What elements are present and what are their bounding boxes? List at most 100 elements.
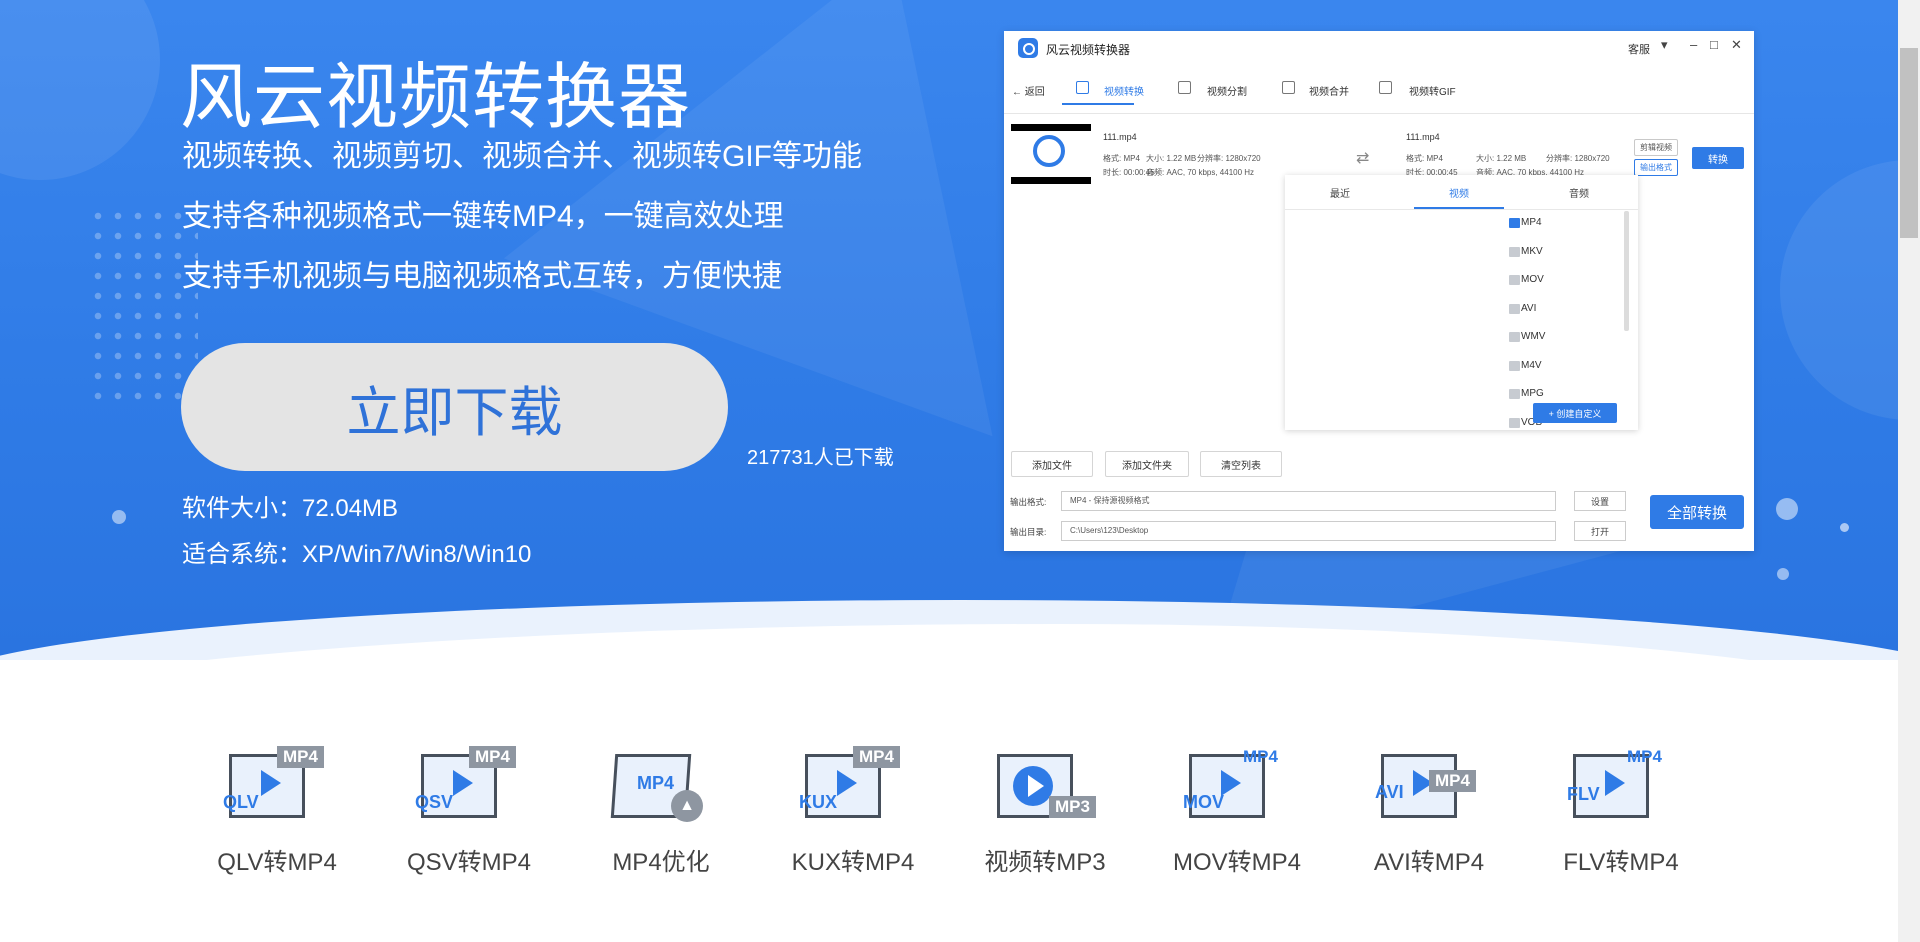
format-icon: [1509, 332, 1520, 342]
tool-label: MP4优化: [612, 849, 710, 876]
play-icon: [261, 770, 281, 796]
tool-label: FLV转MP4: [1563, 849, 1679, 876]
format-item: MKV: [1509, 246, 1543, 257]
tab-video: 视频: [1449, 189, 1469, 200]
decor-circle: [0, 0, 160, 180]
play-icon: [453, 770, 473, 796]
format-tag: FLV: [1567, 784, 1600, 804]
add-file-button: 添加文件: [1011, 451, 1093, 477]
output-format: 格式: MP4: [1406, 154, 1443, 163]
clear-list-button: 清空列表: [1200, 451, 1282, 477]
format-item: M4V: [1509, 360, 1542, 371]
app-title: 风云视频转换器: [1046, 43, 1131, 57]
flv-convert-icon: MP4 FLV: [1561, 742, 1681, 832]
play-icon: [1605, 770, 1625, 796]
tool-video-to-mp3[interactable]: MP3 视频转MP3: [960, 742, 1130, 877]
format-tag: KUX: [799, 792, 838, 812]
source-filename: 111.mp4: [1103, 132, 1137, 142]
format-icon: [1509, 389, 1520, 399]
format-badge: MP4: [1429, 770, 1476, 792]
nav-video-merge: 视频合并: [1309, 87, 1349, 98]
convert-button: 转换: [1692, 147, 1744, 169]
format-icon: [1509, 247, 1520, 257]
format-badge: MP3: [1049, 796, 1096, 818]
nav-video-split: 视频分割: [1207, 87, 1247, 98]
format-tag: QSV: [415, 792, 454, 812]
rocket-icon: ▲: [671, 790, 703, 822]
format-popup: 最近 视频 音频 MP4 MKV MOV AVI WMV M4V MPG VOB…: [1285, 175, 1638, 430]
output-size: 大小: 1.22 MB: [1476, 154, 1527, 163]
video-split-icon: [1178, 81, 1191, 94]
tool-mov-to-mp4[interactable]: MP4 MOV MOV转MP4: [1152, 742, 1322, 877]
video-convert-icon: [1076, 81, 1089, 94]
supported-systems: 适合系统：XP/Win7/Win8/Win10: [182, 541, 532, 568]
tool-qlv-to-mp4[interactable]: MP4 QLV QLV转MP4: [192, 742, 362, 877]
nav-active-indicator: [1062, 103, 1134, 105]
mp4-optimize-icon: MP4 ▲: [601, 742, 721, 832]
tool-flv-to-mp4[interactable]: MP4 FLV FLV转MP4: [1536, 742, 1706, 877]
feature-line: 视频转换、视频剪切、视频合并、视频转GIF等功能: [182, 140, 862, 173]
close-icon: ✕: [1731, 37, 1742, 52]
app-nav: ← 返回 视频转换 视频分割 视频合并 视频转GIF: [1004, 71, 1754, 107]
minimize-icon: –: [1690, 37, 1698, 52]
qlv-convert-icon: MP4 QLV: [217, 742, 337, 832]
decor-dot: [1777, 568, 1789, 580]
download-button[interactable]: 立即下载: [181, 343, 728, 471]
video-merge-icon: [1282, 81, 1295, 94]
format-label: MOV: [1521, 274, 1544, 285]
create-custom-button: + 创建自定义: [1533, 403, 1617, 423]
output-dir-label: 输出目录:: [1010, 527, 1047, 537]
format-label: AVI: [1521, 303, 1537, 314]
source-resolution: 分辨率: 1280x720: [1197, 154, 1261, 163]
decor-circle: [1780, 160, 1898, 420]
format-badge: MP4: [1627, 747, 1662, 766]
tool-avi-to-mp4[interactable]: MP4 AVI AVI转MP4: [1344, 742, 1514, 877]
settings-button: 设置: [1574, 491, 1626, 511]
avi-convert-icon: MP4 AVI: [1369, 742, 1489, 832]
format-badge: MP4: [277, 746, 324, 768]
tool-kux-to-mp4[interactable]: MP4 KUX KUX转MP4: [768, 742, 938, 877]
output-dir-field: C:\Users\123\Desktop: [1061, 521, 1556, 541]
app-screenshot: 风云视频转换器 客服 ▾ – □ ✕ ← 返回 视频转换 视频分割 视频合并 视…: [1004, 31, 1754, 551]
output-format-button: 输出格式: [1634, 159, 1678, 176]
format-item: WMV: [1509, 331, 1545, 342]
maximize-icon: □: [1710, 37, 1718, 52]
shuffle-icon: ⇄: [1356, 150, 1370, 167]
format-badge: MP4: [1243, 747, 1278, 766]
tool-qsv-to-mp4[interactable]: MP4 QSV QSV转MP4: [384, 742, 554, 877]
format-tag: AVI: [1375, 782, 1404, 802]
kux-convert-icon: MP4 KUX: [793, 742, 913, 832]
hero-banner: 风云视频转换器 视频转换、视频剪切、视频合并、视频转GIF等功能 支持各种视频格…: [0, 0, 1898, 660]
tool-label: QSV转MP4: [406, 849, 532, 876]
app-titlebar: 风云视频转换器 客服 ▾ – □ ✕: [1004, 31, 1754, 63]
source-size: 大小: 1.22 MB: [1146, 154, 1197, 163]
format-icon: [1509, 418, 1520, 428]
tab-audio: 音频: [1569, 189, 1589, 200]
feature-line: 支持各种视频格式一键转MP4，一键高效处理: [182, 200, 784, 233]
format-icon: [1509, 304, 1520, 314]
download-count: 217731人已下载: [747, 447, 894, 469]
video-to-mp3-icon: MP3: [985, 742, 1105, 832]
format-label: M4V: [1521, 360, 1542, 371]
tool-label: QLV转MP4: [217, 849, 337, 876]
play-icon: [837, 770, 857, 796]
tool-label: AVI转MP4: [1373, 849, 1485, 876]
output-resolution: 分辨率: 1280x720: [1546, 154, 1610, 163]
divider: [1004, 113, 1754, 114]
source-audio: 音频: AAC, 70 kbps, 44100 Hz: [1146, 168, 1255, 177]
nav-video-convert: 视频转换: [1104, 87, 1144, 98]
output-filename: 111.mp4: [1406, 132, 1440, 142]
video-gif-icon: [1379, 81, 1392, 94]
app-logo-icon: [1018, 38, 1038, 58]
tool-label: KUX转MP4: [791, 849, 915, 876]
customer-service-link: 客服: [1628, 44, 1650, 56]
tool-mp4-optimize[interactable]: MP4 ▲ MP4优化: [576, 742, 746, 877]
format-icon: [1509, 218, 1520, 228]
source-format: 格式: MP4: [1103, 154, 1140, 163]
tab-active-indicator: [1414, 207, 1504, 209]
video-thumbnail: [1011, 124, 1091, 184]
qsv-convert-icon: MP4 QSV: [409, 742, 529, 832]
format-badge: MP4: [637, 773, 675, 793]
page-scrollbar-thumb[interactable]: [1900, 48, 1918, 238]
format-label: MPG: [1521, 388, 1544, 399]
